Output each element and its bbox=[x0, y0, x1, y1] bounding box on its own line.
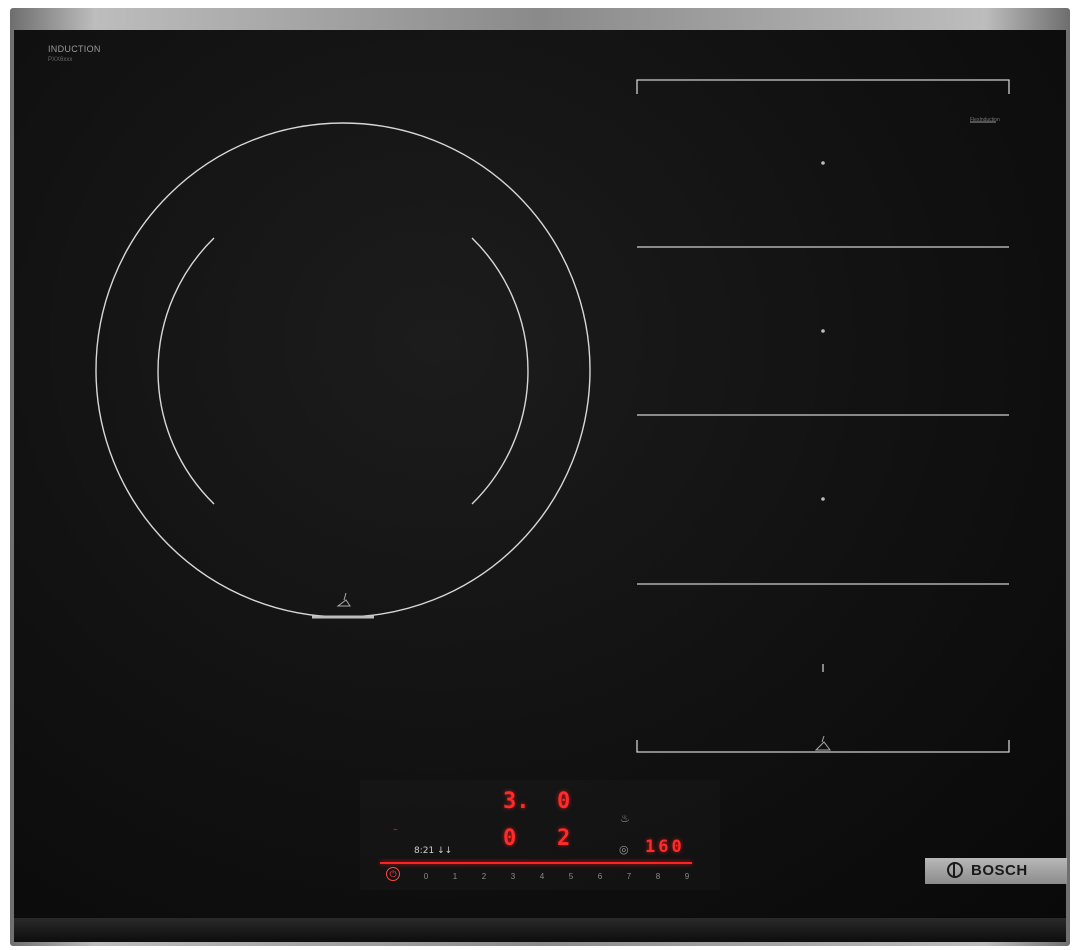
slider-step-3[interactable]: 3 bbox=[507, 872, 519, 881]
slider-step-2[interactable]: 2 bbox=[478, 872, 490, 881]
slider-step-5[interactable]: 5 bbox=[565, 872, 577, 881]
flex-zone-marker-3 bbox=[821, 497, 825, 501]
zone-rear-right-display[interactable]: 2 bbox=[557, 826, 570, 851]
flex-indicator: ⁻ bbox=[393, 826, 398, 836]
sensor-icon[interactable]: ♨ bbox=[620, 812, 630, 825]
slider-step-0[interactable]: 0 bbox=[420, 872, 432, 881]
slider-step-9[interactable]: 9 bbox=[681, 872, 693, 881]
bosch-armature-icon bbox=[947, 862, 963, 878]
brand-logo: BOSCH bbox=[925, 858, 1067, 884]
flex-zone-marker-1 bbox=[821, 161, 825, 165]
timer-icon[interactable]: ◎ bbox=[619, 843, 629, 856]
slider-step-7[interactable]: 7 bbox=[623, 872, 635, 881]
flex-zone-marker-2 bbox=[821, 329, 825, 333]
flex-zone-sensor-icon bbox=[814, 735, 831, 751]
round-zone-inner-arc-right bbox=[471, 237, 529, 505]
round-zone-sensor-icon bbox=[336, 592, 351, 607]
zone-front-right-display[interactable]: 0 bbox=[557, 789, 570, 814]
flex-zone-top-bracket bbox=[636, 79, 1010, 94]
slider-step-6[interactable]: 6 bbox=[594, 872, 606, 881]
timer-display[interactable]: 160 bbox=[645, 837, 685, 857]
zone-rear-left-display[interactable]: 0 bbox=[503, 826, 516, 851]
power-icon[interactable]: ⏻ bbox=[386, 867, 400, 881]
round-zone-outer-ring bbox=[95, 122, 591, 618]
slider-step-8[interactable]: 8 bbox=[652, 872, 664, 881]
status-text: 8:21 ↓↓ bbox=[414, 846, 453, 856]
slider-step-1[interactable]: 1 bbox=[449, 872, 461, 881]
slider-step-4[interactable]: 4 bbox=[536, 872, 548, 881]
round-zone-inner-arc-left bbox=[157, 237, 215, 505]
power-slider[interactable] bbox=[380, 862, 692, 864]
zone-front-left-display[interactable]: 3. bbox=[503, 789, 530, 814]
brand-name: BOSCH bbox=[971, 862, 1028, 879]
